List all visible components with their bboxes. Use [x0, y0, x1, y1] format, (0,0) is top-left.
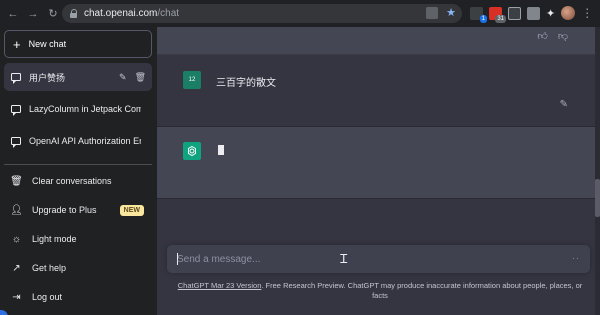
extension-badge: 1 [479, 14, 487, 23]
chat-main: 👍︎ 👎︎ 12 三百字的散文 ✎ Ꮖ ·· ChatGPT Mar 23 Ve… [157, 27, 600, 315]
extension-icon[interactable]: 1 [470, 6, 487, 23]
message-input[interactable] [177, 245, 547, 273]
bookmark-star-icon[interactable]: ★ [446, 7, 456, 19]
thumbs-up-icon[interactable]: 👍︎ [537, 30, 547, 42]
new-chat-button[interactable]: + New chat [4, 30, 152, 58]
logout-icon: ⇥ [12, 291, 21, 303]
lock-icon[interactable] [70, 9, 78, 18]
conversation-title: LazyColumn in Jetpack Com [29, 104, 141, 114]
back-arrow-icon[interactable]: ← [6, 7, 20, 21]
address-bar[interactable]: chat.openai.com/chat ★ [62, 4, 462, 23]
upgrade-to-plus-button[interactable]: 👤︎ Upgrade to Plus NEW [4, 197, 152, 223]
menu-label: Light mode [32, 234, 77, 244]
get-help-link[interactable]: ↗ Get help [4, 255, 152, 281]
chat-bubble-icon [11, 73, 21, 84]
menu-label: Get help [32, 263, 67, 273]
external-link-icon: ↗ [12, 262, 21, 274]
reload-icon[interactable]: ↻ [46, 7, 60, 21]
clear-conversations-button[interactable]: 🗑︎ Clear conversations [4, 168, 152, 194]
extension-icon[interactable] [527, 6, 540, 20]
sidebar-divider [4, 164, 152, 165]
version-link[interactable]: ChatGPT Mar 23 Version [178, 281, 262, 290]
trash-icon: 🗑︎ [10, 175, 23, 187]
edit-message-icon[interactable]: ✎ [560, 99, 568, 110]
sun-icon: ☼ [11, 233, 22, 245]
more-menu-icon[interactable]: ⋮ [581, 7, 593, 19]
puzzle-extensions-icon[interactable]: ✦ [546, 7, 555, 20]
url-host: chat.openai.com [84, 8, 158, 19]
floating-helper-icon[interactable]: ✕ [0, 310, 8, 315]
thumbs-down-icon[interactable]: 👎︎ [558, 30, 568, 42]
chat-bubble-icon [11, 105, 21, 116]
conversation-item[interactable]: OpenAI API Authorization Err [4, 127, 152, 155]
menu-label: Log out [32, 292, 63, 302]
plus-icon: + [13, 36, 21, 52]
openai-logo-icon [183, 142, 201, 160]
conversation-item[interactable]: 用户赞扬 ✎ 🗑︎ [4, 63, 152, 91]
sidebar: + New chat 用户赞扬 ✎ 🗑︎ LazyColumn in Jetpa… [0, 27, 157, 315]
footer-disclaimer: ChatGPT Mar 23 Version. Free Research Pr… [171, 281, 589, 301]
extension-badge: 31 [495, 14, 506, 23]
user-message-text: 三百字的散文 [216, 78, 276, 89]
user-icon: 👤︎ [10, 204, 23, 216]
user-message: 12 三百字的散文 ✎ [157, 55, 600, 127]
forward-arrow-icon[interactable]: → [26, 7, 40, 21]
conversation-item[interactable]: LazyColumn in Jetpack Com [4, 95, 152, 123]
new-chat-label: New chat [28, 39, 67, 49]
ibeam-cursor-icon: Ꮖ [340, 252, 348, 266]
url-path: /chat [157, 8, 180, 19]
typing-cursor [218, 145, 224, 155]
log-out-button[interactable]: ⇥ Log out [4, 284, 152, 310]
user-avatar: 12 [183, 71, 201, 89]
browser-toolbar: ← → ↻ chat.openai.com/chat ★ 1 31 ✦ ⋮ [0, 0, 600, 27]
light-mode-button[interactable]: ☼ Light mode [4, 226, 152, 252]
menu-label: Clear conversations [32, 176, 112, 186]
translate-icon[interactable] [426, 7, 439, 19]
send-icon[interactable]: ·· [572, 253, 580, 263]
scrollbar-track[interactable] [595, 27, 600, 315]
trash-icon[interactable]: 🗑︎ [135, 72, 146, 83]
chat-bubble-icon [11, 137, 21, 148]
profile-avatar[interactable] [561, 6, 576, 20]
assistant-message-previous: 👍︎ 👎︎ [157, 27, 600, 55]
edit-pencil-icon[interactable]: ✎ [119, 72, 127, 83]
extension-icon[interactable] [508, 6, 521, 20]
menu-label: Upgrade to Plus [32, 205, 97, 215]
message-input-box[interactable]: Ꮖ ·· [167, 245, 590, 273]
new-badge: NEW [119, 204, 144, 216]
footer-text: . Free Research Preview. ChatGPT may pro… [261, 281, 583, 300]
assistant-message [157, 127, 600, 199]
conversation-title: OpenAI API Authorization Err [29, 136, 141, 146]
scrollbar-thumb[interactable] [595, 179, 600, 217]
extension-icon[interactable]: 31 [489, 6, 506, 23]
